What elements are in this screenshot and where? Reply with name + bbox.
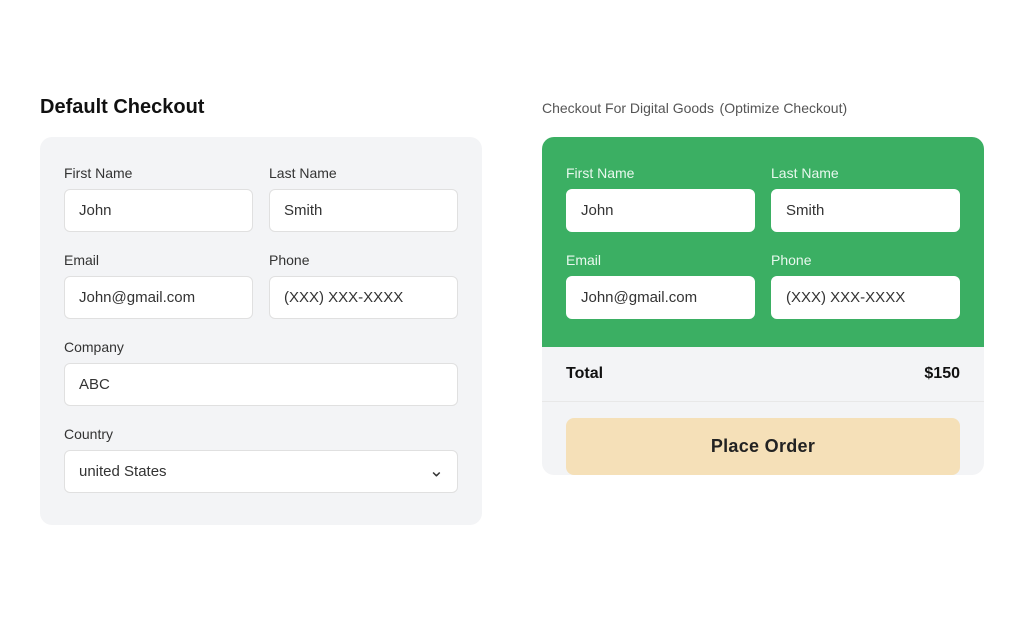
total-row: Total $150 [542, 347, 984, 402]
email-label: Email [64, 252, 253, 268]
digital-name-row: First Name Last Name [566, 165, 960, 232]
default-form: First Name Last Name Email Phone [40, 137, 482, 525]
phone-group: Phone [269, 252, 458, 319]
digital-last-name-input[interactable] [771, 189, 960, 232]
last-name-label: Last Name [269, 165, 458, 181]
digital-checkout-section: Checkout For Digital Goods (Optimize Che… [542, 96, 984, 499]
digital-form-footer: Total $150 Place Order [542, 347, 984, 475]
digital-email-group: Email [566, 252, 755, 319]
total-amount: $150 [924, 365, 960, 383]
name-row: First Name Last Name [64, 165, 458, 232]
digital-checkout-title: Checkout For Digital Goods (Optimize Che… [542, 96, 984, 119]
digital-form-container: First Name Last Name Email Phone [542, 137, 984, 475]
country-select-wrapper: united States Canada United Kingdom ⌄ [64, 450, 458, 493]
page-wrapper: Default Checkout First Name Last Name Em… [40, 96, 984, 525]
last-name-input[interactable] [269, 189, 458, 232]
first-name-input[interactable] [64, 189, 253, 232]
digital-email-label: Email [566, 252, 755, 268]
email-group: Email [64, 252, 253, 319]
company-group: Company [64, 339, 458, 406]
last-name-group: Last Name [269, 165, 458, 232]
digital-email-input[interactable] [566, 276, 755, 319]
company-row: Company [64, 339, 458, 406]
country-label: Country [64, 426, 458, 442]
digital-first-name-input[interactable] [566, 189, 755, 232]
place-order-button[interactable]: Place Order [566, 418, 960, 475]
first-name-group: First Name [64, 165, 253, 232]
default-checkout-section: Default Checkout First Name Last Name Em… [40, 96, 482, 525]
digital-form-header: First Name Last Name Email Phone [542, 137, 984, 347]
digital-phone-label: Phone [771, 252, 960, 268]
digital-phone-input[interactable] [771, 276, 960, 319]
country-group: Country united States Canada United King… [64, 426, 458, 493]
country-row: Country united States Canada United King… [64, 426, 458, 493]
digital-first-name-group: First Name [566, 165, 755, 232]
phone-label: Phone [269, 252, 458, 268]
digital-phone-group: Phone [771, 252, 960, 319]
digital-last-name-group: Last Name [771, 165, 960, 232]
digital-first-name-label: First Name [566, 165, 755, 181]
company-input[interactable] [64, 363, 458, 406]
country-select[interactable]: united States Canada United Kingdom [64, 450, 458, 493]
total-label: Total [566, 365, 603, 383]
digital-last-name-label: Last Name [771, 165, 960, 181]
digital-email-phone-row: Email Phone [566, 252, 960, 319]
phone-input[interactable] [269, 276, 458, 319]
email-phone-row: Email Phone [64, 252, 458, 319]
company-label: Company [64, 339, 458, 355]
default-checkout-title: Default Checkout [40, 96, 482, 119]
first-name-label: First Name [64, 165, 253, 181]
email-input[interactable] [64, 276, 253, 319]
